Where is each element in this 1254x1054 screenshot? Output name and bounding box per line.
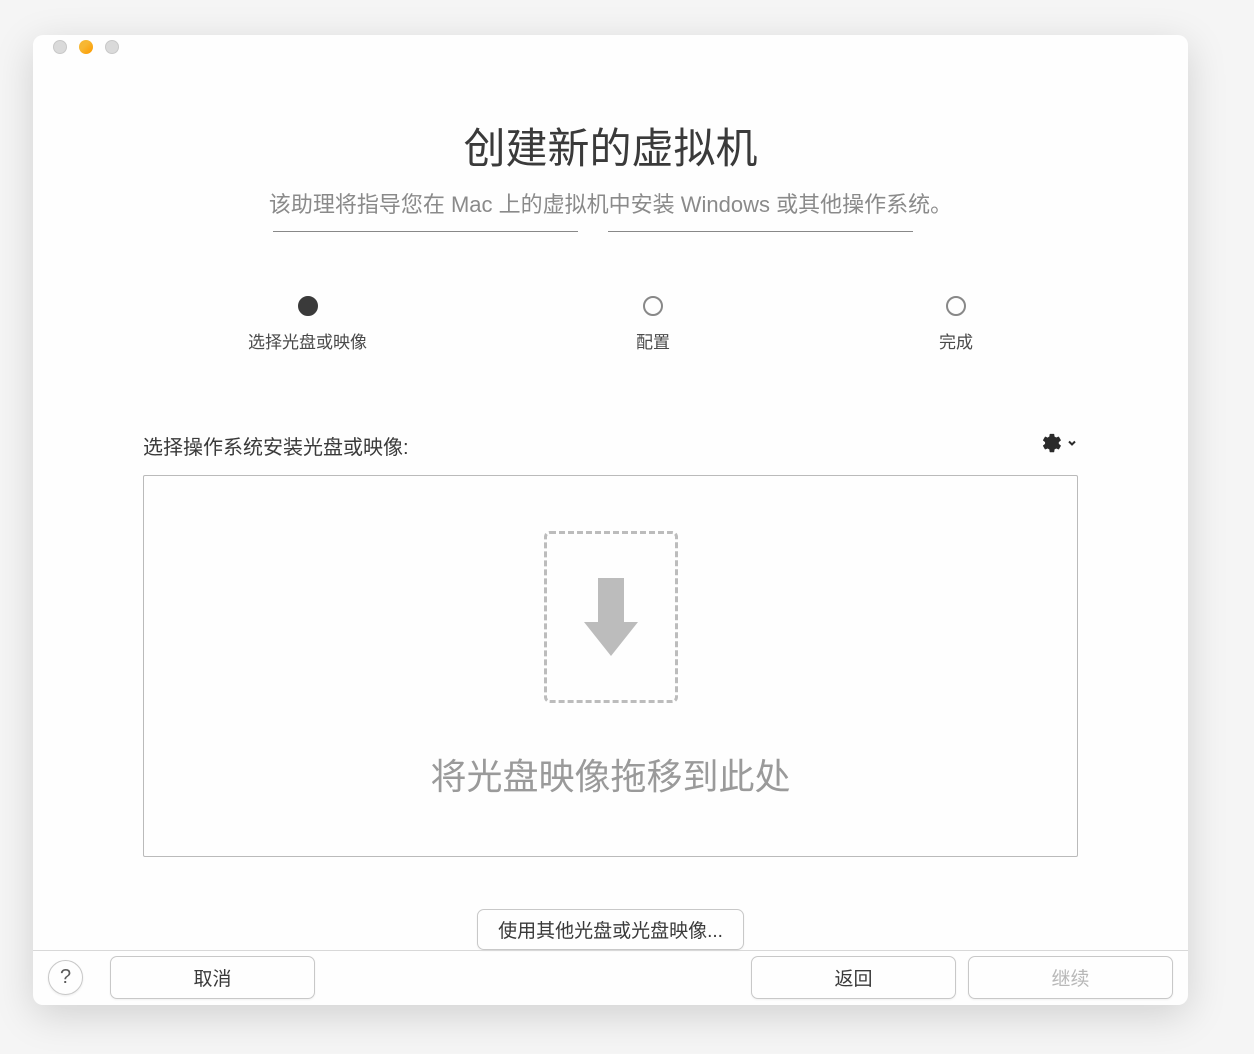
stepper-line	[608, 231, 913, 232]
gear-icon	[1041, 432, 1063, 459]
stepper-line	[273, 231, 578, 232]
arrow-down-icon	[576, 572, 646, 662]
page-subtitle: 该助理将指导您在 Mac 上的虚拟机中安装 Windows 或其他操作系统。	[93, 190, 1128, 221]
header: 创建新的虚拟机 该助理将指导您在 Mac 上的虚拟机中安装 Windows 或其…	[33, 60, 1188, 221]
options-dropdown[interactable]	[1041, 432, 1078, 459]
chevron-down-icon	[1066, 436, 1078, 454]
step-select-disk: 选择光盘或映像	[248, 296, 367, 353]
maximize-window-button[interactable]	[105, 40, 119, 54]
page-title: 创建新的虚拟机	[93, 115, 1128, 176]
choose-disk-button[interactable]: 使用其他光盘或光盘映像...	[477, 909, 744, 950]
step-dot	[643, 296, 663, 316]
help-button[interactable]: ?	[48, 960, 83, 995]
choose-row: 使用其他光盘或光盘映像...	[33, 857, 1188, 950]
step-finish: 完成	[939, 296, 973, 353]
step-label: 配置	[636, 328, 670, 353]
step-dot-active	[298, 296, 318, 316]
step-label: 完成	[939, 328, 973, 353]
app-icon	[79, 40, 93, 54]
step-label: 选择光盘或映像	[248, 328, 367, 353]
continue-button[interactable]: 继续	[968, 956, 1173, 999]
disk-section: 选择操作系统安装光盘或映像:	[33, 353, 1188, 857]
drop-target-icon	[544, 531, 678, 703]
dropzone-text: 将光盘映像拖移到此处	[430, 748, 790, 800]
cancel-button[interactable]: 取消	[110, 956, 315, 999]
stepper: 选择光盘或映像 配置 完成	[33, 221, 1188, 353]
installer-window: 创建新的虚拟机 该助理将指导您在 Mac 上的虚拟机中安装 Windows 或其…	[33, 35, 1188, 1005]
close-window-button[interactable]	[53, 40, 67, 54]
footer: ? 取消 返回 继续	[33, 950, 1188, 1005]
step-configure: 配置	[636, 296, 670, 353]
back-button[interactable]: 返回	[751, 956, 956, 999]
section-label: 选择操作系统安装光盘或映像:	[143, 431, 409, 460]
step-dot	[946, 296, 966, 316]
image-dropzone[interactable]: 将光盘映像拖移到此处	[143, 475, 1078, 857]
section-header: 选择操作系统安装光盘或映像:	[143, 431, 1078, 460]
titlebar	[33, 35, 1188, 60]
